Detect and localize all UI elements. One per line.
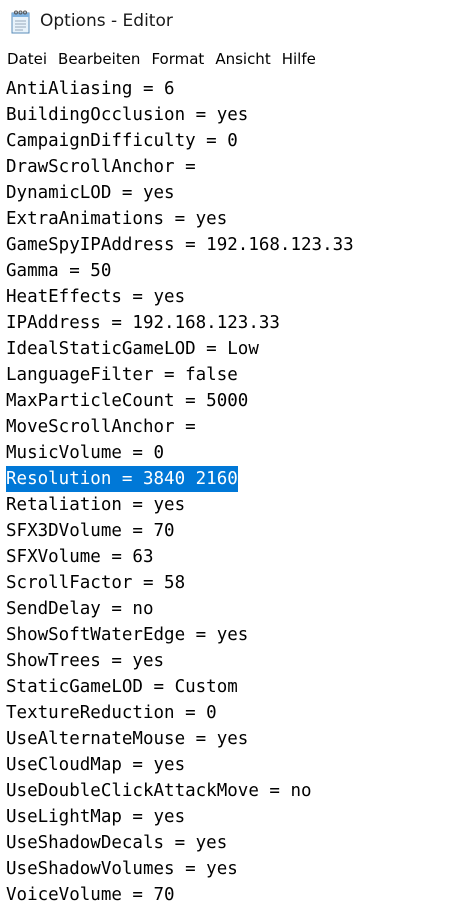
menu-datei[interactable]: Datei — [4, 46, 50, 72]
text-line[interactable]: StaticGameLOD = Custom — [6, 674, 354, 700]
text-line-content: SFX3DVolume = 70 — [6, 521, 175, 541]
menu-bar: Datei Bearbeiten Format Ansicht Hilfe — [0, 44, 454, 75]
text-line-content: ExtraAnimations = yes — [6, 209, 228, 229]
text-line-content: CampaignDifficulty = 0 — [6, 131, 238, 151]
text-line[interactable]: DrawScrollAnchor = — [6, 154, 354, 180]
text-line[interactable]: Gamma = 50 — [6, 258, 354, 284]
text-line[interactable]: ExtraAnimations = yes — [6, 206, 354, 232]
text-line-content: ShowSoftWaterEdge = yes — [6, 625, 249, 645]
menu-bearbeiten[interactable]: Bearbeiten — [55, 46, 143, 72]
text-line-content: GameSpyIPAddress = 192.168.123.33 — [6, 235, 354, 255]
menu-ansicht[interactable]: Ansicht — [212, 46, 273, 72]
notepad-icon — [10, 10, 32, 34]
menu-hilfe[interactable]: Hilfe — [279, 46, 319, 72]
text-line-content: Resolution = 3840 2160 — [6, 466, 238, 492]
text-line[interactable]: Retaliation = yes — [6, 492, 354, 518]
text-editor-area[interactable]: AntiAliasing = 6 BuildingOcclusion = yes C… — [0, 74, 454, 924]
text-line[interactable]: MaxParticleCount = 5000 — [6, 388, 354, 414]
text-line[interactable]: TextureReduction = 0 — [6, 700, 354, 726]
text-line[interactable]: MoveScrollAnchor = — [6, 414, 354, 440]
text-line[interactable]: UseShadowDecals = yes — [6, 830, 354, 856]
title-bar: Options - Editor — [0, 0, 454, 44]
text-line-content: UseCloudMap = yes — [6, 755, 186, 775]
text-line[interactable]: GameSpyIPAddress = 192.168.123.33 — [6, 232, 354, 258]
text-line[interactable]: UseDoubleClickAttackMove = no — [6, 778, 354, 804]
text-line[interactable]: UseLightMap = yes — [6, 804, 354, 830]
text-line-content: StaticGameLOD = Custom — [6, 677, 238, 697]
text-line[interactable]: ShowSoftWaterEdge = yes — [6, 622, 354, 648]
text-line-content: UseAlternateMouse = yes — [6, 729, 249, 749]
text-line[interactable]: UseShadowVolumes = yes — [6, 856, 354, 882]
text-line-content: DynamicLOD = yes — [6, 183, 175, 203]
text-line-content: TextureReduction = 0 — [6, 703, 217, 723]
text-line-content: SendDelay = no — [6, 599, 154, 619]
text-line[interactable]: MusicVolume = 0 — [6, 440, 354, 466]
text-line-content: MusicVolume = 0 — [6, 443, 165, 463]
text-line-content: MoveScrollAnchor = — [6, 417, 196, 437]
text-line[interactable]: ShowTrees = yes — [6, 648, 354, 674]
notepad-window: Options - Editor Datei Bearbeiten Format… — [0, 0, 454, 924]
text-line-content: AntiAliasing = 6 — [6, 79, 175, 99]
text-line[interactable]: BuildingOcclusion = yes — [6, 102, 354, 128]
text-line[interactable]: VoiceVolume = 70 — [6, 882, 354, 908]
text-line-content: ShowTrees = yes — [6, 651, 165, 671]
text-line[interactable]: SendDelay = no — [6, 596, 354, 622]
text-line[interactable]: UseCloudMap = yes — [6, 752, 354, 778]
text-line-content: UseLightMap = yes — [6, 807, 186, 827]
text-line[interactable]: DynamicLOD = yes — [6, 180, 354, 206]
text-line-content: SFXVolume = 63 — [6, 547, 154, 567]
text-line[interactable]: IPAddress = 192.168.123.33 — [6, 310, 354, 336]
text-line-content: IPAddress = 192.168.123.33 — [6, 313, 280, 333]
text-line-content: VoiceVolume = 70 — [6, 885, 175, 905]
text-line[interactable]: LanguageFilter = false — [6, 362, 354, 388]
text-line-content: Gamma = 50 — [6, 261, 112, 281]
menu-format[interactable]: Format — [148, 46, 207, 72]
text-line-content: HeatEffects = yes — [6, 287, 186, 307]
text-lines: AntiAliasing = 6 BuildingOcclusion = yes C… — [6, 76, 354, 908]
text-line-content: UseShadowDecals = yes — [6, 833, 228, 853]
text-line-content: DrawScrollAnchor = — [6, 157, 196, 177]
text-line-content: MaxParticleCount = 5000 — [6, 391, 249, 411]
text-line[interactable]: SFX3DVolume = 70 — [6, 518, 354, 544]
text-line-content: UseDoubleClickAttackMove = no — [6, 781, 312, 801]
selected-text-line[interactable]: Resolution = 3840 2160 — [6, 466, 354, 492]
text-line[interactable]: CampaignDifficulty = 0 — [6, 128, 354, 154]
text-line-content: Retaliation = yes — [6, 495, 186, 515]
text-line[interactable]: SFXVolume = 63 — [6, 544, 354, 570]
text-line-content: BuildingOcclusion = yes — [6, 105, 249, 125]
text-line-content: ScrollFactor = 58 — [6, 573, 186, 593]
window-title: Options - Editor — [40, 11, 173, 31]
text-line-content: UseShadowVolumes = yes — [6, 859, 238, 879]
text-line-content: LanguageFilter = false — [6, 365, 238, 385]
text-line-content: IdealStaticGameLOD = Low — [6, 339, 259, 359]
text-line[interactable]: IdealStaticGameLOD = Low — [6, 336, 354, 362]
text-line[interactable]: HeatEffects = yes — [6, 284, 354, 310]
text-line[interactable]: UseAlternateMouse = yes — [6, 726, 354, 752]
text-line[interactable]: AntiAliasing = 6 — [6, 76, 354, 102]
text-line[interactable]: ScrollFactor = 58 — [6, 570, 354, 596]
